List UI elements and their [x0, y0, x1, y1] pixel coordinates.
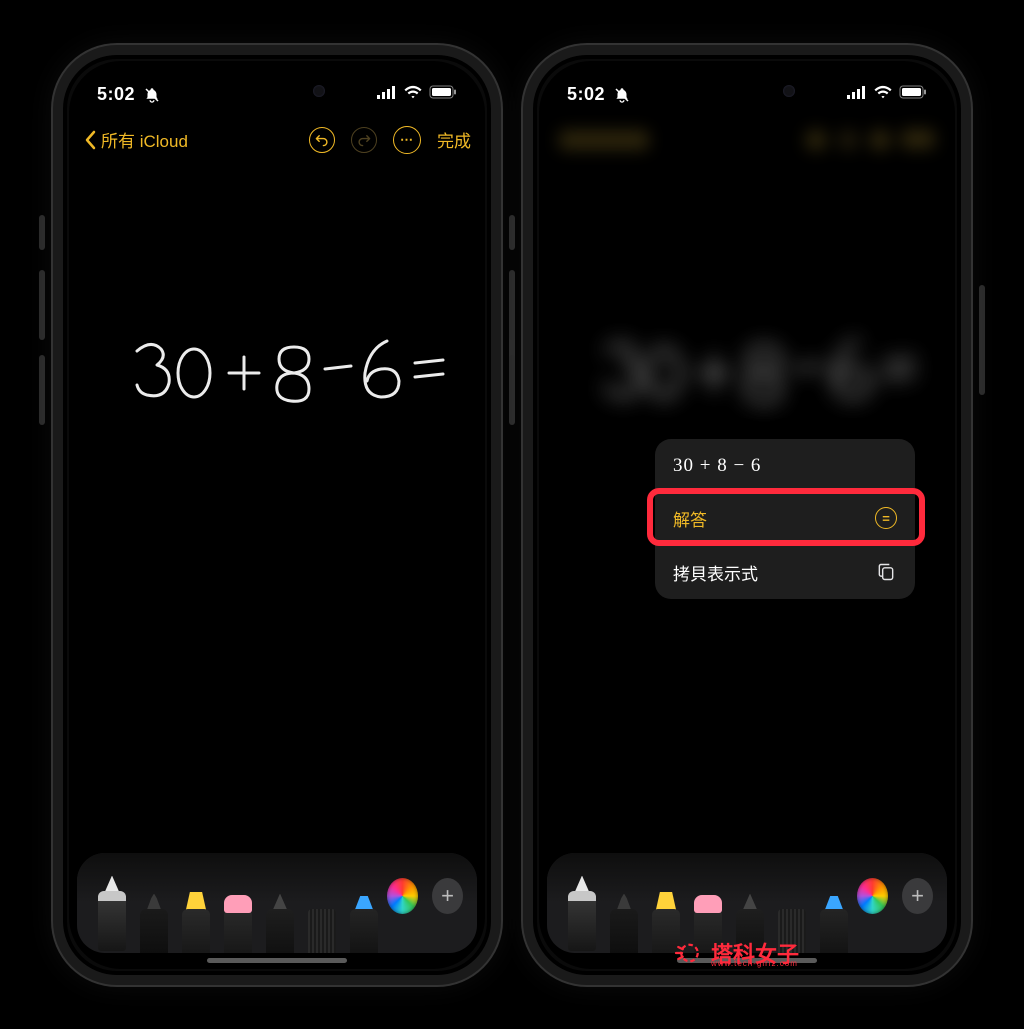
tool-pen[interactable]	[567, 861, 597, 951]
tool-pen[interactable]	[97, 861, 127, 951]
dynamic-island	[687, 73, 807, 109]
status-time: 5:02	[567, 84, 605, 105]
notes-nav-bar: 所有 iCloud ⋯ 完成	[69, 117, 485, 163]
nav-back-label: 所有 iCloud	[101, 127, 188, 152]
handwriting-equation	[129, 333, 449, 413]
tool-paint[interactable]: 50	[349, 879, 379, 953]
wifi-icon	[873, 85, 893, 104]
wifi-icon	[403, 85, 423, 104]
screen-right: 5:02	[539, 61, 955, 969]
phone-frame-left: 5:02	[53, 45, 501, 985]
popup-solve-row[interactable]: 解答 =	[655, 491, 915, 545]
math-popup: 30 + 8 − 6 解答 = 拷貝表示式	[655, 439, 915, 599]
blurred-nav	[539, 117, 955, 163]
note-canvas[interactable]	[69, 163, 485, 849]
cellular-icon	[847, 85, 867, 104]
copy-icon	[875, 561, 897, 583]
color-picker[interactable]	[387, 878, 418, 914]
tool-brush[interactable]: 80	[139, 879, 169, 953]
nav-back[interactable]: 所有 iCloud	[83, 127, 188, 152]
screen-left: 5:02	[69, 61, 485, 969]
cellular-icon	[377, 85, 397, 104]
dynamic-island	[217, 73, 337, 109]
popup-expression: 30 + 8 − 6	[655, 439, 915, 491]
watermark: 塔科女子 www.tech-girlz.com	[673, 937, 799, 969]
mute-icon	[613, 86, 631, 104]
color-picker[interactable]	[857, 878, 888, 914]
tool-pencil[interactable]	[265, 879, 295, 953]
battery-icon	[429, 85, 457, 104]
redo-button[interactable]	[351, 127, 377, 153]
popup-copy-label: 拷貝表示式	[673, 560, 758, 585]
tool-brush[interactable]: 80	[609, 879, 639, 953]
drawing-tool-tray: 80 50 +	[77, 853, 477, 953]
status-time: 5:02	[97, 84, 135, 105]
tool-ruler[interactable]	[307, 879, 337, 953]
popup-solve-label: 解答	[673, 506, 707, 531]
popup-copy-row[interactable]: 拷貝表示式	[655, 545, 915, 599]
add-tool-button[interactable]: +	[902, 878, 933, 914]
mute-icon	[143, 86, 161, 104]
tool-highlighter[interactable]	[181, 879, 211, 953]
done-button[interactable]: 完成	[437, 127, 471, 152]
handwriting-equation-blurred	[599, 333, 919, 413]
more-button[interactable]: ⋯	[393, 126, 421, 154]
battery-icon	[899, 85, 927, 104]
add-tool-button[interactable]: +	[432, 878, 463, 914]
watermark-sub: www.tech-girlz.com	[711, 959, 798, 968]
home-indicator[interactable]	[207, 958, 347, 963]
tool-eraser[interactable]	[223, 879, 253, 953]
equals-icon: =	[875, 507, 897, 529]
tool-paint[interactable]: 50	[819, 879, 849, 953]
phone-frame-right: 5:02	[523, 45, 971, 985]
undo-button[interactable]	[309, 127, 335, 153]
